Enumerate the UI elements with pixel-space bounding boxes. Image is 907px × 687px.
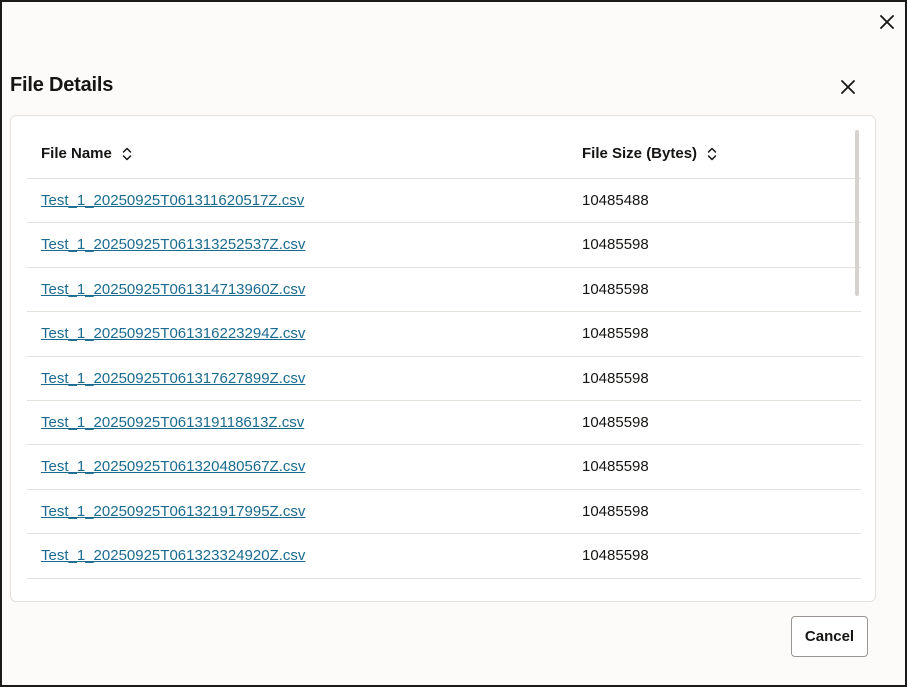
file-name-link[interactable]: Test_1_20250925T061321917995Z.csv: [41, 503, 305, 520]
table-header: File Name File Size (Bytes): [27, 130, 861, 179]
column-header-label: File Size (Bytes): [582, 145, 698, 162]
file-size-cell: 10485598: [582, 369, 649, 387]
table-row: Test_1_20250925T061313252537Z.csv 104855…: [27, 223, 861, 268]
window-frame: File Details File Name File Size (Bytes): [0, 0, 907, 687]
file-size-cell: 10485598: [582, 547, 649, 565]
table-row: Test_1_20250925T061323324920Z.csv 104855…: [27, 534, 861, 579]
column-header-file-size[interactable]: File Size (Bytes): [582, 145, 717, 162]
table-row: Test_1_20250925T061316223294Z.csv 104855…: [27, 312, 861, 357]
table-row: Test_1_20250925T061311620517Z.csv 104854…: [27, 179, 861, 224]
file-table: File Name File Size (Bytes) Test_1_20250…: [27, 130, 861, 600]
table-row: Test_1_20250925T061317627899Z.csv 104855…: [27, 357, 861, 401]
file-size-cell: 10485598: [582, 280, 649, 298]
file-name-link[interactable]: Test_1_20250925T061316223294Z.csv: [41, 325, 305, 342]
outer-close-icon[interactable]: [877, 12, 897, 32]
table-row: Test_1_20250925T061321917995Z.csv 104855…: [27, 490, 861, 535]
table-row: Test_1_20250925T061320480567Z.csv 104855…: [27, 445, 861, 490]
file-size-cell: 10485598: [582, 325, 649, 343]
file-size-cell: 10485598: [582, 236, 649, 254]
table-scrollbar[interactable]: [855, 130, 859, 296]
dialog-close-icon[interactable]: [837, 76, 859, 98]
file-name-link[interactable]: Test_1_20250925T061311620517Z.csv: [41, 192, 304, 209]
table-row: Test_1_20250925T061319118613Z.csv 104855…: [27, 401, 861, 446]
column-header-label: File Name: [41, 145, 112, 162]
sort-icon[interactable]: [707, 147, 717, 161]
column-header-file-name[interactable]: File Name: [41, 145, 132, 162]
file-size-cell: 10485598: [582, 413, 649, 431]
table-row: Test_1_20250925T061314713960Z.csv 104855…: [27, 268, 861, 313]
file-name-link[interactable]: Test_1_20250925T061320480567Z.csv: [41, 458, 305, 475]
table-body: Test_1_20250925T061311620517Z.csv 104854…: [27, 179, 861, 579]
cancel-button[interactable]: Cancel: [791, 616, 868, 657]
file-size-cell: 10485598: [582, 458, 649, 476]
file-name-link[interactable]: Test_1_20250925T061323324920Z.csv: [41, 547, 305, 564]
file-name-link[interactable]: Test_1_20250925T061317627899Z.csv: [41, 370, 305, 387]
file-name-link[interactable]: Test_1_20250925T061313252537Z.csv: [41, 236, 305, 253]
file-size-cell: 10485598: [582, 502, 649, 520]
dialog-title: File Details: [10, 74, 114, 96]
file-table-card: File Name File Size (Bytes) Test_1_20250…: [10, 115, 876, 602]
file-name-link[interactable]: Test_1_20250925T061319118613Z.csv: [41, 414, 304, 431]
file-size-cell: 10485488: [582, 192, 649, 209]
sort-icon[interactable]: [122, 147, 132, 161]
file-name-link[interactable]: Test_1_20250925T061314713960Z.csv: [41, 281, 305, 298]
